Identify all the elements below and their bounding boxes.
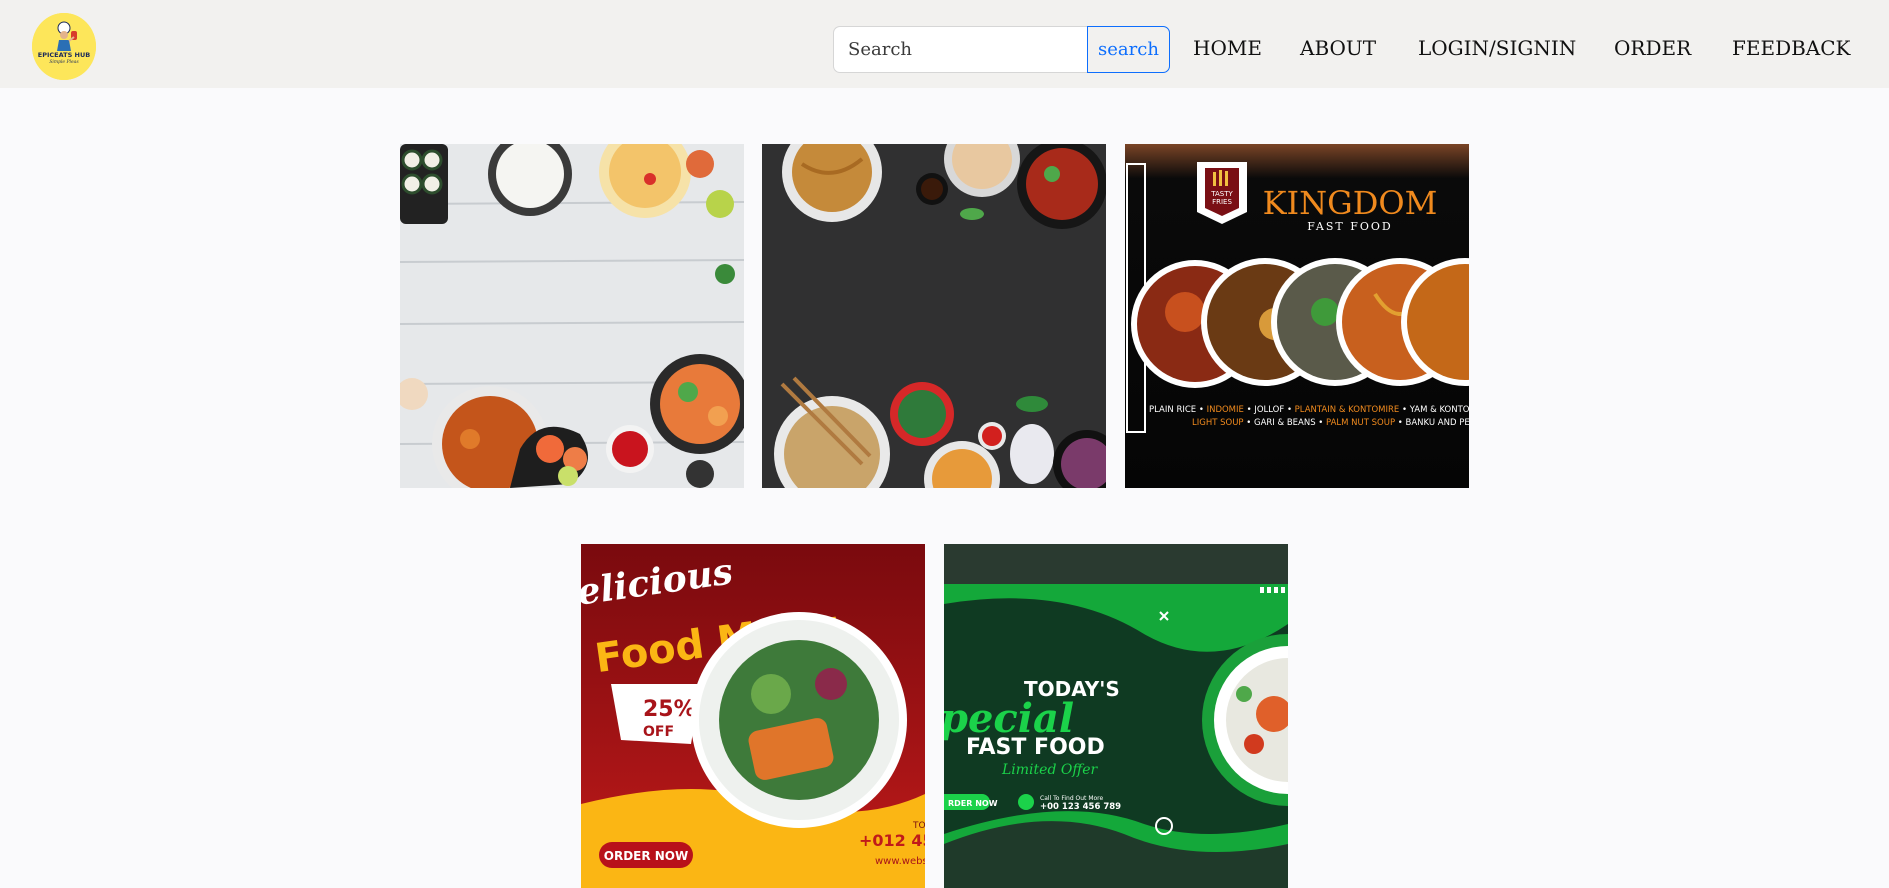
kingdom-menu-line-2: LIGHT SOUP • GARI & BEANS • PALM NUT SOU… bbox=[1192, 418, 1469, 428]
food-menu-phone: +012 456 bbox=[859, 831, 925, 850]
special-cta: RDER NOW bbox=[948, 799, 998, 808]
search-input[interactable] bbox=[833, 26, 1088, 73]
kingdom-banner: TASTY FRIES KINGDOM FAST FOOD PLAIN RICE… bbox=[1125, 144, 1469, 488]
special-line-3: FAST FOOD bbox=[966, 735, 1105, 760]
food-menu-discount: 25% bbox=[643, 697, 696, 722]
nav-login-signin[interactable]: LOGIN/SIGNIN bbox=[1418, 36, 1576, 60]
food-menu-website: www.webs bbox=[875, 856, 925, 867]
nav-home[interactable]: HOME bbox=[1193, 36, 1262, 60]
gallery-image-asian-dishes-white-table[interactable] bbox=[400, 144, 744, 488]
nav-order[interactable]: ORDER bbox=[1614, 36, 1691, 60]
kingdom-menu-line-1: PLAIN RICE • INDOMIE • JOLLOF • PLANTAIN… bbox=[1149, 405, 1469, 415]
nav-feedback[interactable]: FEEDBACK bbox=[1732, 36, 1851, 60]
gallery-image-delicious-food-menu[interactable]: elicious Food Menu 25% OFF ORDER NOW TO … bbox=[581, 544, 925, 888]
brand-logo[interactable]: EPICEATS HUB Simple Pleas bbox=[32, 13, 96, 80]
kingdom-subtitle: FAST FOOD bbox=[1307, 220, 1392, 233]
food-photo bbox=[400, 144, 744, 488]
nav-about[interactable]: ABOUT bbox=[1300, 36, 1376, 60]
gallery-image-todays-special[interactable]: TODAY'S pecial FAST FOOD Limited Offer R… bbox=[944, 544, 1288, 888]
gallery-image-asian-dishes-dark-slate[interactable] bbox=[762, 144, 1106, 488]
gallery-image-kingdom-fast-food[interactable]: TASTY FRIES KINGDOM FAST FOOD PLAIN RICE… bbox=[1125, 144, 1469, 488]
food-photo bbox=[762, 144, 1106, 488]
food-menu-banner: elicious Food Menu 25% OFF ORDER NOW TO … bbox=[581, 544, 925, 888]
food-menu-phone-prefix: TO bbox=[912, 821, 925, 831]
special-line-4: Limited Offer bbox=[1001, 762, 1099, 778]
kingdom-badge-bottom: FRIES bbox=[1212, 198, 1232, 206]
navbar: EPICEATS HUB Simple Pleas search HOME AB… bbox=[0, 0, 1889, 88]
special-phone: +00 123 456 789 bbox=[1040, 802, 1121, 812]
logo-tagline: Simple Pleas bbox=[49, 60, 79, 65]
food-menu-cta: ORDER NOW bbox=[604, 849, 689, 863]
search-button[interactable]: search bbox=[1087, 26, 1170, 73]
todays-special-banner: TODAY'S pecial FAST FOOD Limited Offer R… bbox=[944, 544, 1288, 888]
food-menu-discount-sub: OFF bbox=[643, 724, 674, 740]
special-contact-label: Call To Find Out More bbox=[1040, 795, 1103, 802]
kingdom-title: KINGDOM bbox=[1263, 184, 1438, 222]
logo-title: EPICEATS HUB bbox=[37, 51, 91, 59]
chef-icon bbox=[32, 13, 96, 80]
kingdom-badge-top: TASTY bbox=[1210, 190, 1233, 198]
